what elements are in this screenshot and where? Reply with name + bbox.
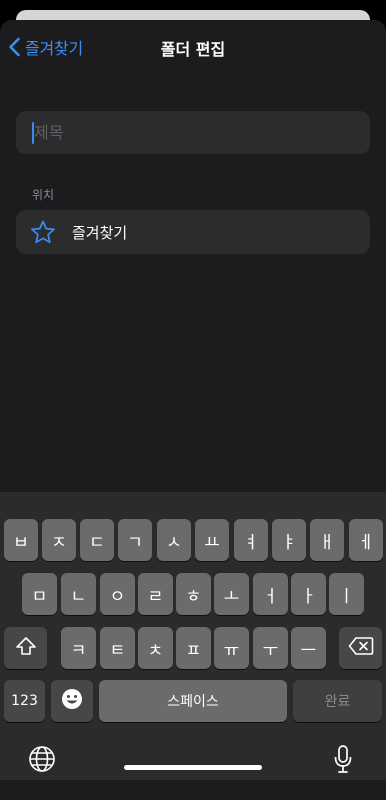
- key-o[interactable]: ㅗ: [214, 573, 249, 615]
- numbers-key[interactable]: 123: [4, 680, 45, 722]
- star-icon: [30, 220, 56, 248]
- key-hieut[interactable]: ㅎ: [176, 573, 211, 615]
- shift-icon: [15, 636, 37, 661]
- key-bieup[interactable]: ㅂ: [4, 519, 38, 561]
- location-row-favorites[interactable]: 즐겨찾기: [16, 210, 370, 254]
- key-pieup[interactable]: ㅍ: [176, 627, 211, 669]
- navigation-bar: 즐겨찾기 폴더 편집: [0, 20, 386, 74]
- title-input[interactable]: [34, 111, 354, 154]
- key-ieung[interactable]: ㅇ: [100, 573, 135, 615]
- home-indicator: [124, 765, 262, 770]
- delete-icon: [348, 636, 374, 661]
- key-mieum[interactable]: ㅁ: [22, 573, 57, 615]
- key-chieut[interactable]: ㅊ: [138, 627, 173, 669]
- key-tieut[interactable]: ㅌ: [100, 627, 135, 669]
- key-u[interactable]: ㅜ: [253, 627, 288, 669]
- page-title: 폴더 편집: [160, 40, 226, 59]
- key-ae[interactable]: ㅐ: [310, 519, 344, 561]
- key-giyeok[interactable]: ㄱ: [118, 519, 152, 561]
- shift-key[interactable]: [4, 627, 47, 669]
- key-eu[interactable]: ㅡ: [291, 627, 326, 669]
- key-e[interactable]: ㅔ: [349, 519, 383, 561]
- key-jieut[interactable]: ㅈ: [42, 519, 76, 561]
- key-kieuk[interactable]: ㅋ: [61, 627, 96, 669]
- location-section-label: 위치: [32, 188, 55, 202]
- emoji-icon: [61, 688, 83, 715]
- key-rieul[interactable]: ㄹ: [138, 573, 173, 615]
- emoji-key[interactable]: [51, 680, 93, 722]
- key-eo[interactable]: ㅓ: [253, 573, 288, 615]
- key-nieun[interactable]: ㄴ: [61, 573, 96, 615]
- location-row-label: 즐겨찾기: [72, 224, 128, 242]
- key-a[interactable]: ㅏ: [291, 573, 326, 615]
- key-siot[interactable]: ㅅ: [157, 519, 191, 561]
- key-yu[interactable]: ㅠ: [214, 627, 249, 669]
- space-key[interactable]: 스페이스: [99, 680, 287, 722]
- key-digeut[interactable]: ㄷ: [80, 519, 114, 561]
- screen: 즐겨찾기 폴더 편집 위치 즐겨찾기 ㅂ ㅈ ㄷ ㄱ ㅅ ㅛ ㅕ ㅑ ㅐ ㅔ: [0, 0, 386, 800]
- done-key[interactable]: 완료: [293, 680, 382, 722]
- key-yo[interactable]: ㅛ: [195, 519, 229, 561]
- title-field[interactable]: [16, 111, 370, 154]
- key-ya[interactable]: ㅑ: [272, 519, 306, 561]
- delete-key[interactable]: [339, 627, 382, 669]
- key-yeo[interactable]: ㅕ: [234, 519, 268, 561]
- keyboard: ㅂ ㅈ ㄷ ㄱ ㅅ ㅛ ㅕ ㅑ ㅐ ㅔ ㅁ ㄴ ㅇ ㄹ ㅎ ㅗ ㅓ ㅏ ㅣ ㅋ …: [0, 492, 386, 780]
- globe-icon[interactable]: [28, 745, 56, 777]
- microphone-icon[interactable]: [333, 744, 353, 778]
- key-i[interactable]: ㅣ: [329, 573, 364, 615]
